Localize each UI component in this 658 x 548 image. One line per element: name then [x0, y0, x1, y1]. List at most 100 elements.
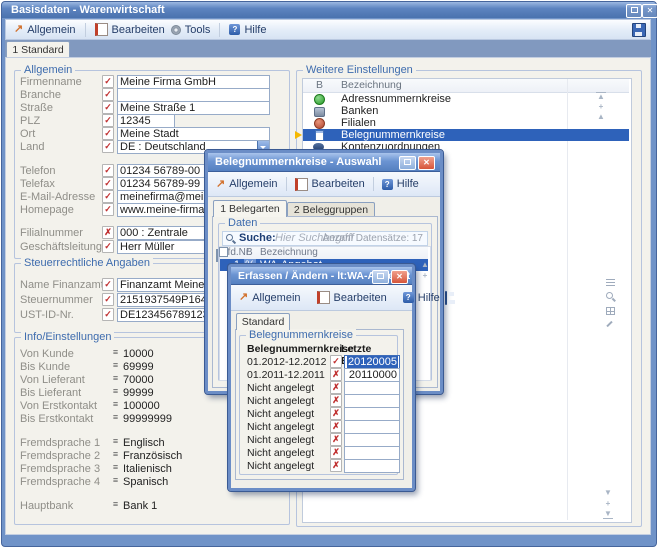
row-pointer-icon [295, 131, 302, 139]
list-lines-icon [111, 499, 120, 509]
list-item-filialen[interactable]: Filialen [303, 117, 629, 129]
move-down-icon[interactable]: ▼ [603, 489, 613, 497]
menu-allgemein[interactable]: Allgemein [14, 24, 76, 36]
edit-check-icon[interactable] [102, 203, 114, 216]
info-value: Italienisch [123, 463, 172, 475]
screen: Basisdaten - Warenwirtschaft ✕ Allgemein… [0, 0, 658, 548]
zoom-icon[interactable] [606, 292, 613, 299]
menu-bearbeiten[interactable]: Bearbeiten [95, 23, 165, 36]
menu-allgemein[interactable]: Allgemein [239, 292, 301, 304]
not-assigned-icon[interactable] [330, 407, 342, 420]
field-label: Straße [20, 102, 53, 114]
edit-check-icon[interactable] [102, 190, 114, 203]
menu-hilfe[interactable]: Hilfe [229, 24, 266, 36]
close-icon[interactable]: ✕ [642, 4, 658, 18]
tab-standard[interactable]: Standard [236, 313, 290, 330]
banks-icon [314, 107, 325, 117]
column-b: B [246, 247, 253, 259]
info-value: 99999999 [123, 413, 172, 425]
not-assigned-icon[interactable] [102, 226, 114, 239]
move-top-icon[interactable]: ▲ [596, 92, 606, 101]
belegnr-input[interactable] [344, 459, 400, 473]
move-bottom-icon[interactable]: ▼ [603, 510, 613, 519]
edit-check-icon[interactable] [102, 293, 114, 306]
tab-beleggruppen[interactable]: 2 Beleggruppen [287, 202, 375, 217]
edit-check-icon[interactable] [102, 127, 114, 140]
list-item-belegnummernkreise[interactable]: Belegnummernkreise [303, 129, 629, 141]
belegnr-input[interactable]: 20110000 [344, 368, 400, 382]
not-assigned-icon[interactable] [330, 446, 342, 459]
settings-list-header[interactable]: B Bezeichnung [303, 79, 629, 93]
not-assigned-icon[interactable] [330, 368, 342, 381]
not-assigned-icon[interactable] [330, 381, 342, 394]
range-label: Nicht angelegt [247, 395, 314, 407]
not-assigned-icon[interactable] [330, 433, 342, 446]
grid-icon[interactable] [606, 307, 615, 315]
belegnr-input[interactable] [344, 407, 400, 421]
not-assigned-icon[interactable] [330, 420, 342, 433]
menu-tools[interactable]: Tools [171, 24, 211, 36]
belegnr-input[interactable]: 20120005 [344, 355, 400, 369]
tab-standard[interactable]: 1 Standard [6, 41, 70, 58]
field-label: Bis Erstkontakt [20, 413, 93, 425]
save-icon[interactable] [632, 23, 646, 37]
list-item-label: Banken [341, 105, 378, 117]
restore-icon[interactable] [399, 156, 416, 170]
edit-check-icon[interactable] [102, 240, 114, 253]
list-lines-icon [111, 436, 120, 446]
belegnr-input[interactable] [344, 381, 400, 395]
belegnr-input[interactable] [344, 433, 400, 447]
menu-allgemein[interactable]: Allgemein [216, 178, 278, 190]
firmenname-field[interactable]: Meine Firma GmbH [117, 75, 270, 89]
search-bar[interactable]: Suche: Hier Suchbegriff Anzahl Datensätz… [222, 231, 428, 246]
restore-icon[interactable] [372, 270, 389, 284]
info-value: Spanisch [123, 476, 168, 488]
move-icon[interactable]: + [603, 500, 613, 508]
belegnr-input[interactable] [344, 446, 400, 460]
belegnr-input[interactable] [344, 420, 400, 434]
toolbar-separator [85, 23, 86, 37]
menu-hilfe[interactable]: Hilfe [403, 292, 440, 304]
group-info-title: Info/Einstellungen [21, 331, 114, 343]
edit-check-icon[interactable] [102, 88, 114, 101]
not-assigned-icon[interactable] [330, 394, 342, 407]
save-icon[interactable] [445, 291, 447, 305]
list-lines-icon [111, 475, 120, 485]
edit-check-icon[interactable] [102, 140, 114, 153]
list-item-banken[interactable]: Banken [303, 105, 629, 117]
move-up-icon[interactable]: ▲ [420, 261, 430, 269]
ort-field[interactable]: Meine Stadt [117, 127, 270, 141]
close-icon[interactable] [418, 156, 435, 170]
grip-icon[interactable] [606, 279, 615, 287]
move-up-icon[interactable]: ▲ [596, 113, 606, 121]
belegnr-input[interactable] [344, 394, 400, 408]
edit-check-icon[interactable] [102, 177, 114, 190]
branche-field[interactable] [117, 88, 270, 102]
edit-check-icon[interactable] [102, 308, 114, 321]
main-toolbar: Allgemein Bearbeiten Tools Hilfe [5, 19, 651, 40]
menu-bearbeiten[interactable]: Bearbeiten [317, 291, 387, 304]
edit-check-icon[interactable] [102, 164, 114, 177]
menu-hilfe[interactable]: Hilfe [382, 178, 419, 190]
not-assigned-icon[interactable] [330, 459, 342, 472]
move-icon[interactable]: + [596, 103, 606, 111]
tab-belegarten[interactable]: 1 Belegarten [213, 200, 287, 217]
edit-check-icon[interactable] [102, 75, 114, 88]
field-label: Fremdsprache 3 [20, 463, 100, 475]
edit-check-icon[interactable] [102, 114, 114, 127]
close-icon[interactable] [391, 270, 408, 284]
edit-check-icon[interactable] [330, 355, 342, 368]
list-item-adressnummernkreise[interactable]: Adressnummernkreise [303, 93, 629, 105]
edit-check-icon[interactable] [102, 278, 114, 291]
tab-strip [5, 40, 651, 57]
strasse-field[interactable]: Meine Straße 1 [117, 101, 270, 115]
plz-field[interactable]: 12345 [117, 114, 175, 128]
menu-bearbeiten[interactable]: Bearbeiten [295, 178, 365, 191]
copy-icon[interactable] [216, 249, 218, 262]
record-count: Anzahl Datensätze: 17 [322, 232, 423, 245]
restore-icon[interactable] [626, 4, 642, 18]
field-label: Name Finanzamt [20, 279, 104, 291]
edit-document-icon [95, 23, 108, 36]
edit-check-icon[interactable] [102, 101, 114, 114]
move-icon[interactable]: + [420, 272, 430, 280]
